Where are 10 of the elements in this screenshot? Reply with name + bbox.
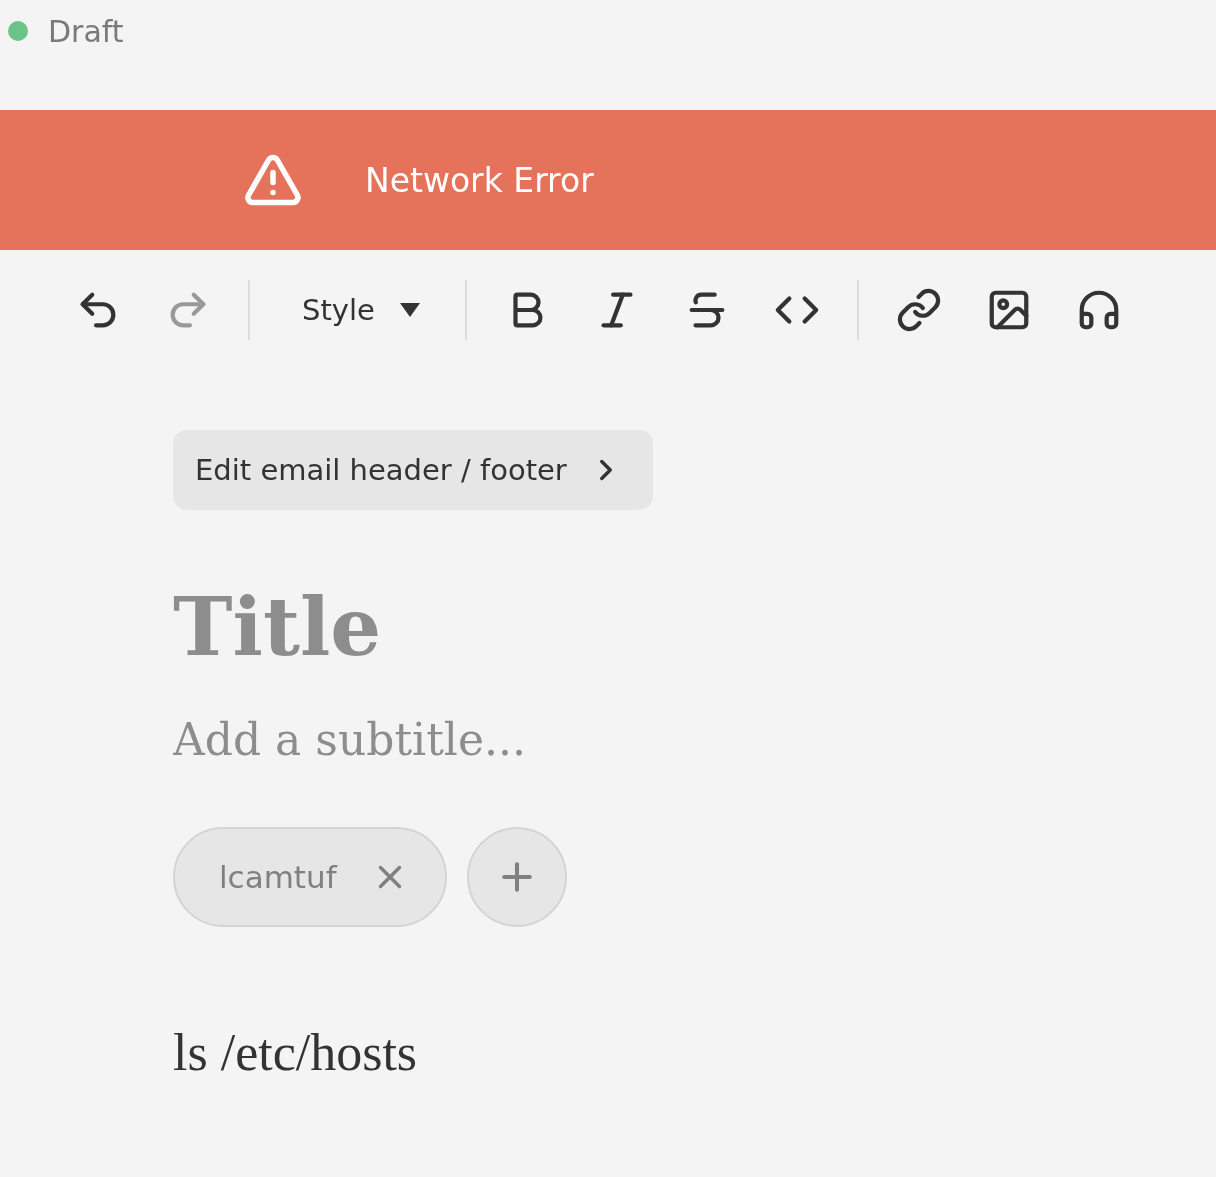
status-label: Draft — [48, 13, 124, 49]
style-dropdown[interactable]: Style — [280, 280, 435, 340]
caret-icon — [398, 302, 421, 318]
body-text[interactable]: ls /etc/hosts — [173, 1023, 418, 1082]
banner-message: Network Error — [365, 160, 594, 200]
edit-header-footer-button[interactable]: Edit email header / footer — [173, 430, 653, 510]
link-icon — [895, 287, 942, 333]
title-field[interactable]: Title — [173, 580, 973, 674]
subtitle-field[interactable]: Add a subtitle... — [173, 714, 973, 765]
tag-label: lcamtuf — [219, 859, 337, 895]
